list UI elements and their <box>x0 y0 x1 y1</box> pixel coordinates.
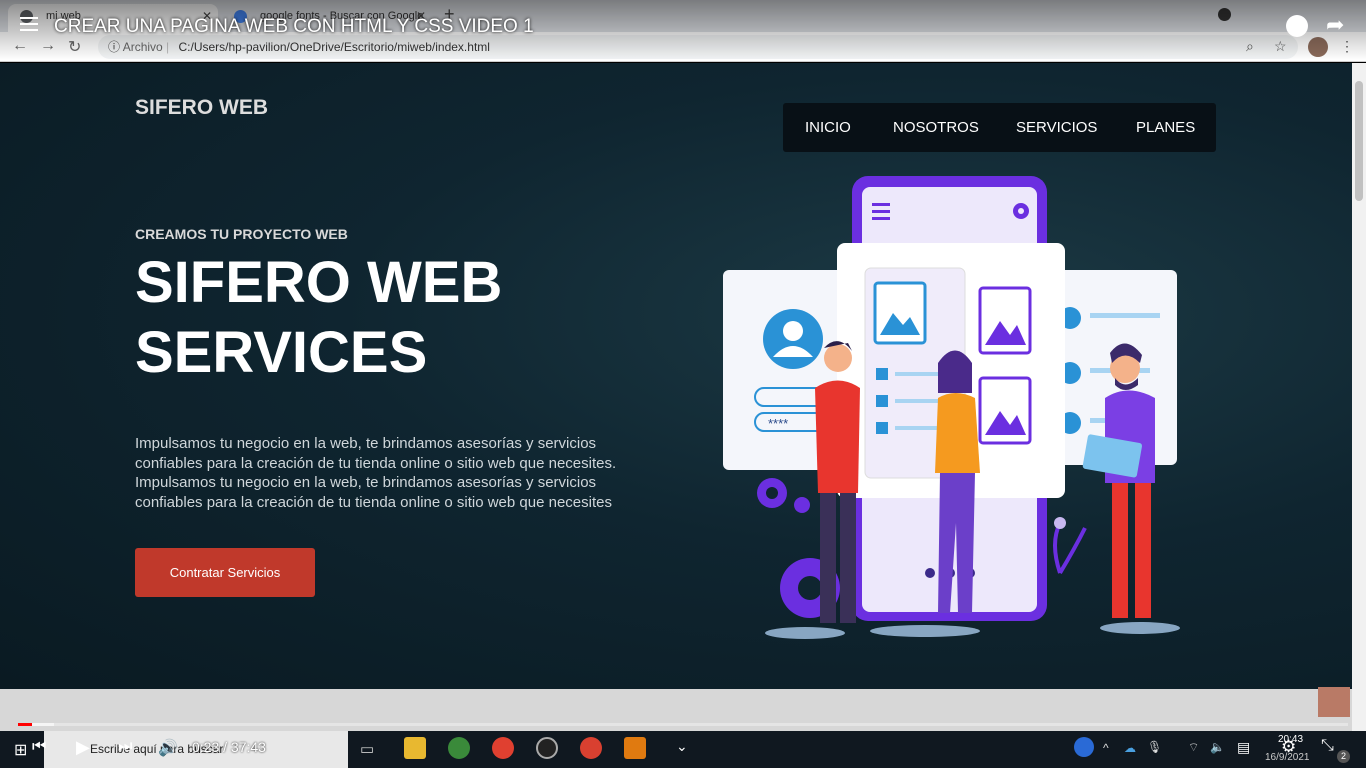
chrome-icon[interactable] <box>492 737 514 759</box>
sublime-text-icon[interactable] <box>624 737 646 759</box>
gear-icon <box>794 497 810 513</box>
chrome-icon[interactable] <box>580 737 602 759</box>
progress-played <box>18 723 32 726</box>
page-scrollbar[interactable] <box>1352 63 1366 731</box>
profile-menu-icon[interactable] <box>1218 8 1231 21</box>
subtitles-icon[interactable]: ▤ <box>1237 739 1250 756</box>
next-icon[interactable]: ⏭ <box>118 738 132 756</box>
playlist-menu-icon[interactable] <box>20 17 38 35</box>
hero-description: Impulsamos tu negocio en la web, te brin… <box>135 435 617 511</box>
url-text: C:/Users/hp-pavilion/OneDrive/Escritorio… <box>178 40 490 54</box>
windows-start-icon[interactable]: ⊞ <box>14 740 27 760</box>
chevron-down-icon[interactable]: ⌄ <box>676 738 688 755</box>
hero-headline-line2: SERVICES <box>135 320 428 385</box>
bookmark-star-icon[interactable]: ☆ <box>1274 38 1287 55</box>
wifi-icon[interactable]: ⌔ <box>1188 740 1199 755</box>
omnibox[interactable]: ⓘ Archivo | C:/Users/hp-pavilion/OneDriv… <box>98 35 1298 59</box>
info-icon: ⓘ <box>108 40 121 54</box>
video-progress-bar[interactable] <box>18 723 1348 726</box>
file-explorer-icon[interactable] <box>404 737 426 759</box>
site-navigation: INICIO NOSOTROS SERVICIOS PLANES <box>783 103 1216 152</box>
nav-link-inicio[interactable]: INICIO <box>805 119 851 136</box>
nav-link-nosotros[interactable]: NOSOTROS <box>893 119 979 136</box>
mic-icon[interactable]: 🎙 <box>1147 740 1162 754</box>
nav-link-planes[interactable]: PLANES <box>1136 119 1195 136</box>
obs-icon[interactable] <box>536 737 558 759</box>
nav-link-servicios[interactable]: SERVICIOS <box>1016 119 1097 136</box>
kebab-menu-icon[interactable]: ⋮ <box>1340 38 1354 55</box>
app-icon[interactable] <box>448 737 470 759</box>
video-title[interactable]: CREAR UNA PAGINA WEB CON HTML Y CSS VIDE… <box>54 16 534 38</box>
notification-badge[interactable]: 2 <box>1337 750 1350 763</box>
scrollbar-thumb[interactable] <box>1355 81 1363 201</box>
hero-illustration: **** <box>723 176 1180 639</box>
hero-kicker: CREAMOS TU PROYECTO WEB <box>135 226 348 242</box>
progress-buffered <box>32 723 54 726</box>
video-time: 0:23 / 37:43 <box>192 739 266 755</box>
reload-icon[interactable]: ↻ <box>68 37 81 57</box>
file-scheme-label: Archivo <box>122 40 163 54</box>
menu-icon <box>872 203 890 220</box>
password-mask: **** <box>768 416 788 431</box>
hero-headline: SIFERO WEB SERVICES <box>135 248 615 388</box>
contratar-servicios-button[interactable]: Contratar Servicios <box>135 548 315 597</box>
channel-avatar[interactable] <box>1318 687 1350 717</box>
previous-icon[interactable]: ⏮ <box>32 738 46 756</box>
back-icon[interactable]: ← <box>12 37 28 55</box>
forward-icon[interactable]: → <box>40 37 56 55</box>
exit-fullscreen-icon[interactable]: ⤡ <box>1321 737 1334 755</box>
watch-later-icon[interactable] <box>1286 15 1308 37</box>
settings-gear-icon[interactable]: ⚙ <box>1281 737 1296 757</box>
tray-up-icon[interactable]: ^ <box>1103 741 1109 755</box>
help-icon[interactable] <box>1074 737 1094 757</box>
website-hero: SIFERO WEB INICIO NOSOTROS SERVICIOS PLA… <box>0 63 1352 689</box>
site-logo[interactable]: SIFERO WEB <box>135 96 268 120</box>
onedrive-icon[interactable]: ☁ <box>1124 741 1136 755</box>
zoom-icon[interactable]: ⌕ <box>1246 38 1254 55</box>
avatar[interactable] <box>1308 37 1328 57</box>
play-icon[interactable]: ▶ <box>76 737 90 758</box>
volume-icon[interactable]: 🔊 <box>158 738 178 758</box>
volume-icon[interactable]: 🔈 <box>1210 740 1225 754</box>
task-view-icon[interactable]: ▭ <box>360 740 374 758</box>
hero-headline-line1: SIFERO WEB <box>135 250 503 315</box>
share-icon[interactable]: ➦ <box>1326 12 1344 38</box>
